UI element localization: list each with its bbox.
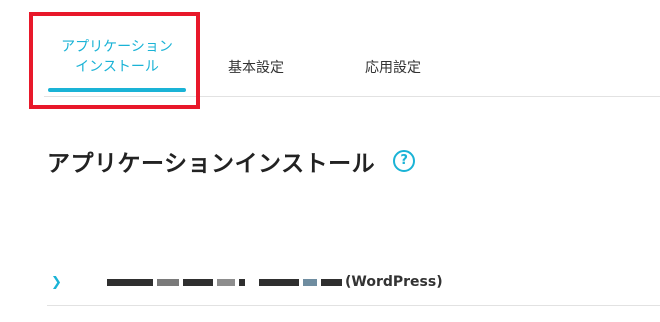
redacted-domain: [107, 276, 342, 289]
heading-row: アプリケーションインストール ?: [47, 143, 416, 179]
app-name-suffix: (WordPress): [345, 274, 443, 290]
page-title: アプリケーションインストール: [47, 151, 376, 177]
page: アプリケーションインストール 基本設定 応用設定 アプリケーションインストール …: [0, 0, 660, 322]
tab-basic-settings[interactable]: 基本設定: [214, 58, 298, 78]
row-divider: [47, 305, 660, 306]
chevron-right-icon[interactable]: ❯: [51, 275, 63, 290]
help-icon[interactable]: ?: [393, 150, 416, 172]
tab-advanced-settings[interactable]: 応用設定: [352, 58, 434, 78]
list-item[interactable]: ❯ (WordPress): [47, 262, 660, 302]
highlight-annotation: [29, 12, 200, 109]
